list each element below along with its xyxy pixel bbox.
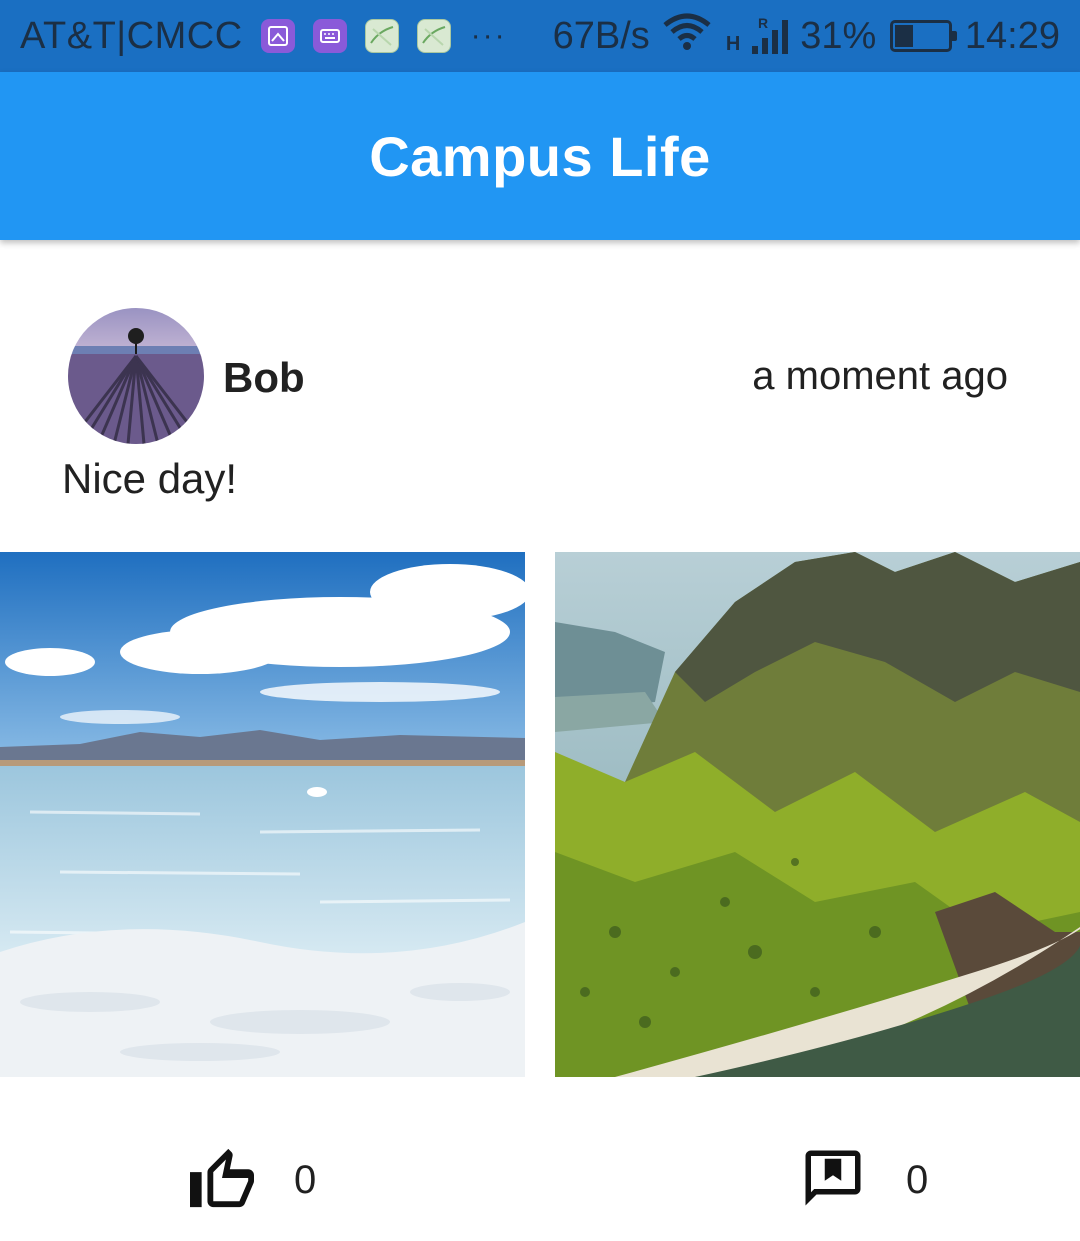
map-notification-icon — [364, 19, 399, 53]
map-notification-icon — [416, 19, 451, 53]
battery-fill — [895, 25, 913, 47]
keyboard-notification-icon — [312, 19, 347, 53]
carrier-label: AT&T|CMCC — [20, 14, 243, 57]
battery-icon — [890, 20, 958, 52]
post-photo-1[interactable] — [0, 552, 525, 1077]
app-title: Campus Life — [369, 124, 711, 188]
status-bar: AT&T|CMCC ··· 67B/s H R 31% 14:29 — [0, 0, 1080, 72]
post-timestamp: a moment ago — [752, 354, 1008, 398]
network-type-label: H — [725, 33, 741, 55]
cell-signal-icon: H R — [726, 16, 790, 56]
comment-bookmark-icon[interactable] — [800, 1145, 866, 1216]
wifi-icon — [662, 11, 712, 61]
roaming-indicator: R — [758, 16, 768, 31]
author-name[interactable]: Bob — [223, 354, 305, 402]
clock: 14:29 — [964, 14, 1060, 57]
thumb-up-icon[interactable] — [186, 1146, 258, 1215]
battery-percent: 31% — [800, 14, 877, 57]
network-speed: 67B/s — [552, 14, 650, 57]
gallery-notification-icon — [260, 19, 295, 53]
post-header: Bob a moment ago — [68, 308, 1008, 444]
like-count: 0 — [294, 1157, 317, 1202]
post-photo-2[interactable] — [555, 552, 1080, 1077]
post-text: Nice day! — [62, 455, 238, 502]
app-bar: Campus Life — [0, 72, 1080, 240]
comment-count: 0 — [906, 1157, 929, 1202]
avatar[interactable] — [68, 308, 204, 444]
more-notifications-icon: ··· — [470, 19, 507, 52]
like-action[interactable]: 0 — [186, 1142, 316, 1218]
comment-action[interactable]: 0 — [800, 1142, 928, 1218]
